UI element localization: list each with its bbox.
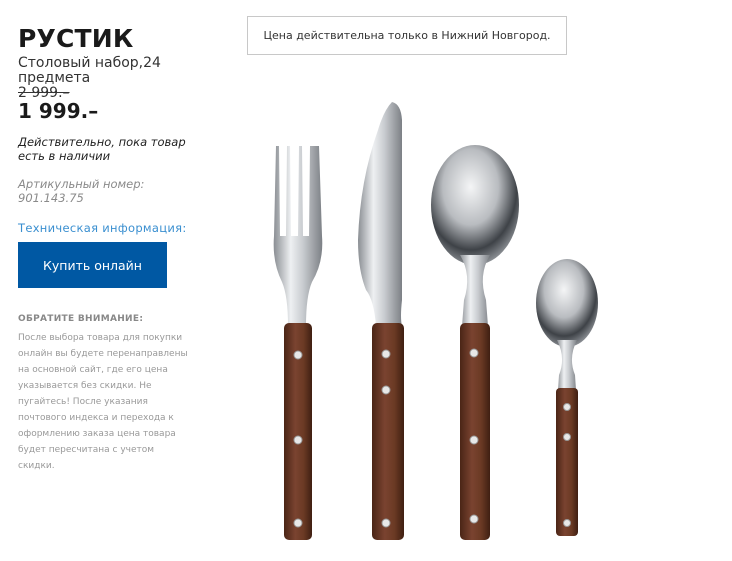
buy-online-button[interactable]: Купить онлайн [18, 242, 167, 288]
old-price: 2 999.– [18, 85, 70, 101]
city-price-notice: Цена действительна только в Нижний Новго… [247, 16, 567, 55]
notice-text: После выбора товара для покупки онлайн в… [18, 333, 188, 471]
product-subtitle: Столовый набор,24 предмета [18, 55, 161, 86]
tablespoon-icon [431, 145, 519, 540]
knife-icon [358, 102, 404, 540]
article-number: Артикульный номер: 901.143.75 [18, 177, 145, 205]
notice-title: ОБРАТИТЕ ВНИМАНИЕ: [18, 314, 144, 324]
availability-note: Действительно, пока товар есть в наличии [18, 135, 186, 163]
teaspoon-icon [536, 259, 598, 536]
fork-icon [273, 146, 323, 540]
product-info: РУСТИК Столовый набор,24 предмета 2 999.… [18, 24, 193, 235]
cutlery-set-image [273, 102, 598, 540]
product-title: РУСТИК [18, 24, 134, 53]
notice-block: ОБРАТИТЕ ВНИМАНИЕ: После выбора товара д… [18, 314, 193, 474]
tech-info-link[interactable]: Техническая информация: [18, 221, 193, 235]
current-price: 1 999.– [18, 99, 99, 123]
